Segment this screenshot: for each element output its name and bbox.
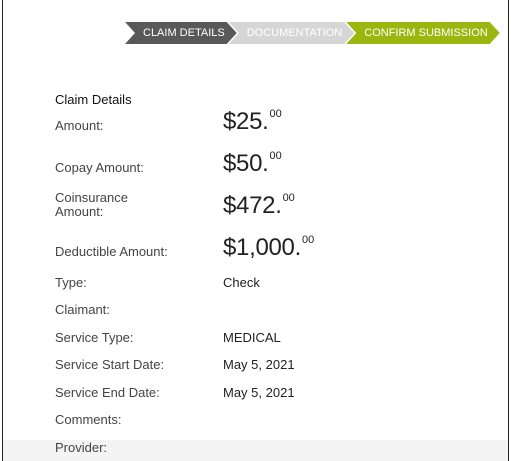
service-start-label: Service Start Date: [55, 357, 165, 372]
coinsurance-cents: 00 [282, 192, 295, 204]
service-end-value: May 5, 2021 [223, 385, 295, 400]
type-label: Type: [55, 275, 87, 290]
deductible-label: Deductible Amount: [55, 244, 168, 259]
copay-value: $50.00 [223, 150, 282, 178]
deductible-cents: 00 [301, 234, 315, 246]
copay-main: $50. [223, 150, 269, 177]
step-documentation[interactable]: DOCUMENTATION [229, 22, 355, 44]
amount-main: $25. [223, 108, 269, 135]
copay-label: Copay Amount: [55, 160, 144, 175]
service-end-label: Service End Date: [55, 385, 160, 400]
deductible-value: $1,000.00 [223, 234, 314, 262]
deductible-main: $1,000. [223, 234, 301, 261]
amount-cents: 00 [269, 108, 282, 120]
claim-review-panel: CLAIM DETAILS DOCUMENTATION CONFIRM SUBM… [2, 0, 509, 461]
coinsurance-label-line2: Amount: [55, 204, 104, 219]
service-type-label: Service Type: [55, 330, 134, 345]
service-type-value: MEDICAL [223, 330, 281, 345]
step-confirm-submission[interactable]: CONFIRM SUBMISSION [346, 22, 499, 44]
coinsurance-main: $472. [223, 192, 282, 219]
section-title: Claim Details [55, 92, 132, 107]
amount-value: $25.00 [223, 108, 282, 136]
coinsurance-value: $472.00 [223, 192, 295, 220]
type-value: Check [223, 275, 260, 290]
progress-stepper: CLAIM DETAILS DOCUMENTATION CONFIRM SUBM… [125, 22, 492, 44]
service-start-value: May 5, 2021 [223, 357, 295, 372]
copay-cents: 00 [269, 150, 282, 162]
amount-label: Amount: [55, 118, 104, 133]
claimant-label: Claimant: [55, 302, 110, 317]
comments-label: Comments: [55, 412, 122, 427]
step-claim-details[interactable]: CLAIM DETAILS [125, 22, 237, 44]
provider-label: Provider: [55, 440, 108, 455]
